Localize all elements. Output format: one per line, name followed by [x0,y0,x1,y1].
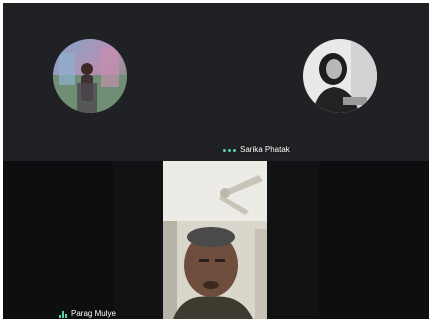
participant-avatar-right[interactable] [303,39,377,113]
participant-photo-right [303,39,377,113]
participant-photo-left [53,39,127,113]
empty-tile-left [3,161,113,319]
participant-name-speaker: Parag Mulye [71,309,116,318]
empty-tile-right [319,161,429,319]
meeting-stage: Sarika Phatak Parag Mulye [3,3,429,319]
active-speaker-video[interactable] [163,161,267,319]
participant-avatar-left[interactable] [53,39,127,113]
participant-name-tag-right: Sarika Phatak [223,145,290,155]
participant-name-tag-speaker: Parag Mulye [59,309,116,319]
mic-activity-icon [59,310,67,318]
audio-dots-icon [223,148,236,152]
speaker-video-frame [163,161,267,319]
participant-name-right: Sarika Phatak [240,145,290,154]
